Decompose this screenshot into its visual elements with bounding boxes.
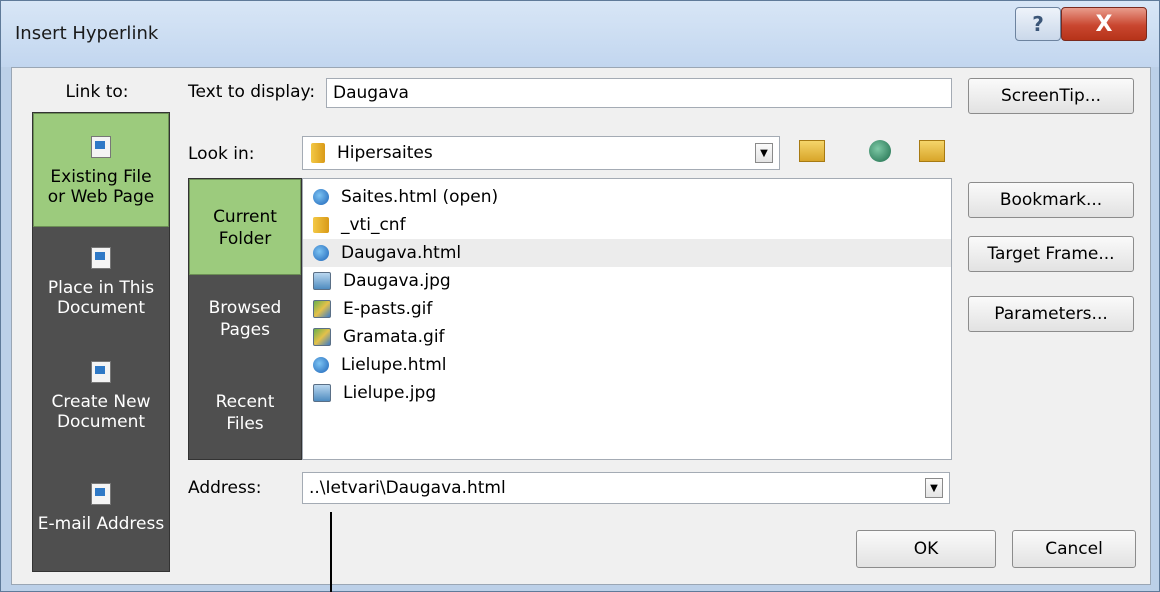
text-to-display-label: Text to display:	[188, 82, 316, 102]
file-list-item[interactable]: Daugava.jpg	[303, 267, 951, 295]
folder-icon	[311, 143, 325, 163]
ie-page-icon	[313, 357, 329, 373]
file-list-item[interactable]: Daugava.html	[303, 239, 951, 267]
tab-current-folder[interactable]: Current Folder	[189, 179, 301, 275]
file-name: Saites.html (open)	[341, 187, 499, 207]
chevron-down-icon[interactable]: ▼	[925, 478, 943, 498]
file-name: Daugava.html	[341, 243, 462, 263]
file-list-item[interactable]: _vti_cnf	[303, 211, 951, 239]
gif-image-icon	[313, 300, 331, 318]
place-in-document-icon	[91, 247, 111, 269]
close-button[interactable]: X	[1061, 7, 1147, 41]
folder-icon	[313, 217, 329, 233]
file-list-item[interactable]: Lielupe.html	[303, 351, 951, 379]
file-name: Lielupe.html	[341, 355, 447, 375]
callout-pointer	[330, 512, 332, 592]
file-name: Lielupe.jpg	[343, 383, 437, 403]
link-to-label: Link to:	[65, 82, 129, 102]
screentip-button[interactable]: ScreenTip...	[968, 78, 1134, 114]
subnav-label: Current Folder	[213, 207, 277, 249]
target-frame-button[interactable]: Target Frame...	[968, 236, 1134, 272]
subnav-label: Recent Files	[215, 392, 275, 434]
email-address-icon	[91, 483, 111, 505]
file-list-item[interactable]: Lielupe.jpg	[303, 379, 951, 407]
link-to-item-label: Existing File or Web Page	[47, 167, 155, 207]
link-to-item-label: E-mail Address	[37, 514, 165, 534]
link-to-panel: Existing File or Web Page Place in This …	[32, 112, 170, 572]
browse-file-icon[interactable]	[918, 138, 946, 164]
browse-nav-panel: Current Folder Browsed Pages Recent File…	[188, 178, 302, 460]
subnav-label: Browsed Pages	[208, 298, 282, 340]
tab-browsed-pages[interactable]: Browsed Pages	[189, 297, 301, 341]
file-list[interactable]: Saites.html (open) _vti_cnf Daugava.html…	[302, 178, 952, 460]
browse-web-icon[interactable]	[866, 138, 894, 164]
gif-image-icon	[313, 328, 331, 346]
file-name: Gramata.gif	[343, 327, 445, 347]
address-label: Address:	[188, 478, 262, 498]
file-list-item[interactable]: Saites.html (open)	[303, 183, 951, 211]
tab-recent-files[interactable]: Recent Files	[189, 391, 301, 435]
help-button[interactable]: ?	[1015, 7, 1061, 41]
link-to-item-label: Create New Document	[51, 392, 151, 432]
link-to-item-label: Place in This Document	[47, 278, 155, 318]
link-to-create-new-document[interactable]: Create New Document	[33, 361, 169, 432]
title-bar: Insert Hyperlink ? X	[1, 1, 1159, 67]
jpg-image-icon	[313, 384, 331, 402]
ie-page-icon	[313, 189, 329, 205]
up-folder-icon[interactable]	[798, 138, 826, 164]
look-in-value: Hipersaites	[337, 143, 433, 163]
file-name: E-pasts.gif	[343, 299, 433, 319]
file-list-item[interactable]: E-pasts.gif	[303, 295, 951, 323]
text-to-display-input[interactable]: Daugava	[326, 78, 952, 108]
jpg-image-icon	[313, 272, 331, 290]
file-list-item[interactable]: Gramata.gif	[303, 323, 951, 351]
file-name: _vti_cnf	[341, 215, 406, 235]
cancel-button[interactable]: Cancel	[1012, 530, 1136, 568]
existing-file-icon	[91, 136, 111, 158]
new-document-icon	[91, 361, 111, 383]
parameters-button[interactable]: Parameters...	[968, 296, 1134, 332]
address-value: ..\Ietvari\Daugava.html	[309, 478, 506, 498]
link-to-place-in-document[interactable]: Place in This Document	[33, 247, 169, 318]
address-input[interactable]: ..\Ietvari\Daugava.html ▼	[302, 472, 950, 504]
ok-button[interactable]: OK	[856, 530, 996, 568]
chevron-down-icon[interactable]: ▼	[755, 143, 773, 163]
link-to-existing-file[interactable]: Existing File or Web Page	[33, 113, 169, 227]
ie-page-icon	[313, 245, 329, 261]
look-in-select[interactable]: Hipersaites ▼	[302, 136, 780, 170]
look-in-label: Look in:	[188, 144, 255, 164]
bookmark-button[interactable]: Bookmark...	[968, 182, 1134, 218]
dialog-title: Insert Hyperlink	[15, 23, 159, 44]
file-name: Daugava.jpg	[343, 271, 451, 291]
link-to-email-address[interactable]: E-mail Address	[33, 483, 169, 534]
